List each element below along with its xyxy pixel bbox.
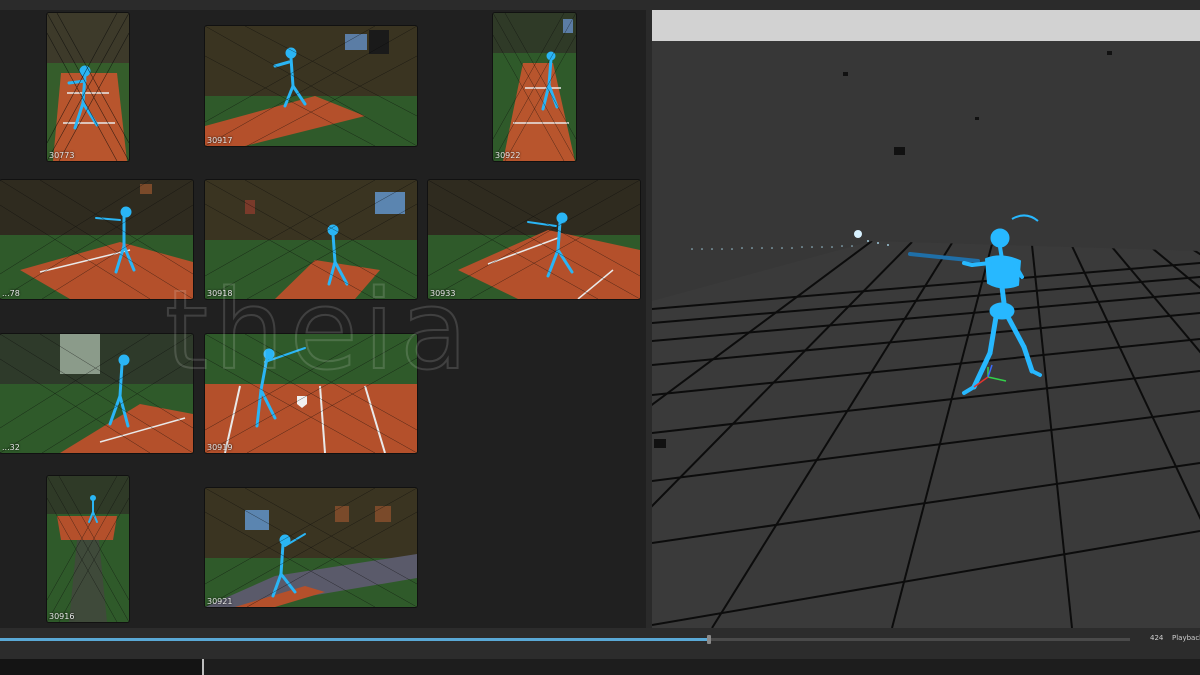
camera-id-label: 30918	[207, 289, 233, 298]
camera-frame-image	[205, 334, 417, 453]
camera-id-label: 30916	[49, 612, 75, 621]
camera-thumbnail[interactable]: 30916	[47, 476, 129, 622]
camera-frame-image	[205, 180, 417, 299]
timeline-playhead[interactable]	[706, 635, 711, 644]
camera-id-label: ...32	[2, 443, 20, 452]
camera-frame-image	[47, 476, 129, 622]
camera-thumbnail[interactable]: ...78	[0, 180, 193, 299]
camera-thumbnail[interactable]: 30918	[205, 180, 417, 299]
camera-marker[interactable]	[1107, 51, 1112, 55]
camera-grid-panel: 30773 30917 30922 ...78 30918 30933 ...3…	[0, 10, 646, 628]
3d-scene	[652, 41, 1200, 628]
camera-frame-image	[493, 13, 576, 161]
camera-frame-image	[428, 180, 640, 299]
camera-thumbnail[interactable]: 30919	[205, 334, 417, 453]
camera-id-label: 30922	[495, 151, 521, 160]
bottom-status-right	[204, 659, 1200, 675]
camera-thumbnail[interactable]: 30933	[428, 180, 640, 299]
mocap-app-window: 30773 30917 30922 ...78 30918 30933 ...3…	[0, 0, 1200, 675]
camera-marker[interactable]	[654, 439, 666, 448]
camera-id-label: ...78	[2, 289, 20, 298]
camera-id-label: 30933	[430, 289, 456, 298]
baseball	[854, 230, 862, 238]
camera-frame-image	[205, 26, 417, 146]
camera-id-label: 30919	[207, 443, 233, 452]
camera-id-label: 30773	[49, 151, 75, 160]
timeline-track[interactable]	[0, 635, 1130, 644]
timeline-bar: 424 Playback:	[0, 628, 1200, 675]
camera-frame-image	[47, 13, 129, 161]
3d-viewport[interactable]	[652, 10, 1200, 628]
camera-frame-image	[205, 488, 417, 607]
top-toolbar	[0, 0, 1200, 10]
camera-frame-image	[0, 180, 193, 299]
timeline-progress-fill	[0, 638, 709, 641]
camera-marker[interactable]	[843, 72, 848, 76]
camera-thumbnail[interactable]: 30922	[493, 13, 576, 161]
camera-id-label: 30917	[207, 136, 233, 145]
camera-marker[interactable]	[975, 117, 979, 120]
playback-label: Playback:	[1172, 634, 1200, 642]
camera-thumbnail[interactable]: 30917	[205, 26, 417, 146]
camera-thumbnail[interactable]: ...32	[0, 334, 193, 453]
camera-thumbnail[interactable]: 30921	[205, 488, 417, 607]
camera-id-label: 30921	[207, 597, 233, 606]
current-frame-number: 424	[1150, 634, 1164, 642]
bottom-status-left	[0, 659, 202, 675]
camera-thumbnail[interactable]: 30773	[47, 13, 129, 161]
camera-marker[interactable]	[894, 147, 905, 155]
camera-frame-image	[0, 334, 193, 453]
viewport-header-bar	[652, 10, 1200, 41]
